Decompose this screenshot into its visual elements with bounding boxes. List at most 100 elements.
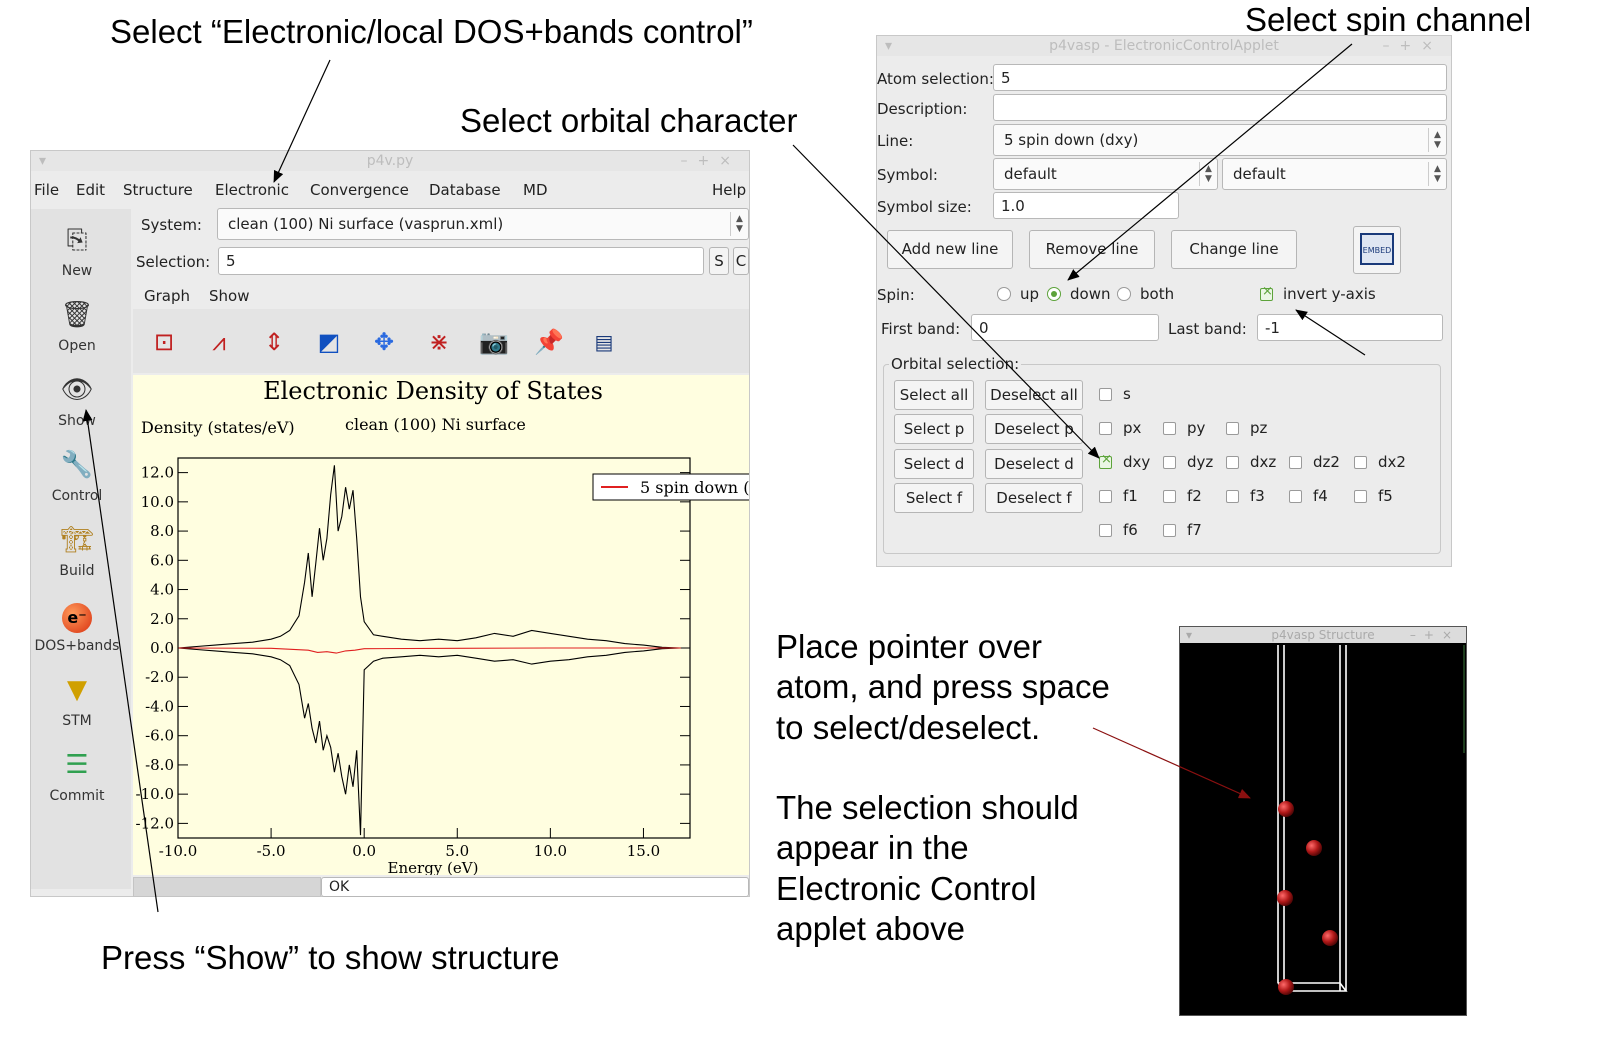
- orbital-dyz-checkbox[interactable]: [1163, 456, 1176, 469]
- invert-y-axis-checkbox[interactable]: [1260, 284, 1273, 301]
- main-window-titlebar[interactable]: ▾ p4v.py –+×: [31, 151, 749, 171]
- menu-file[interactable]: File: [34, 181, 59, 199]
- select-f-button[interactable]: Select f: [894, 483, 974, 513]
- sidebar-item-show[interactable]: 👁 Show: [31, 373, 123, 429]
- menu-help[interactable]: Help: [712, 181, 746, 199]
- last-band-input[interactable]: -1: [1257, 314, 1443, 341]
- camera-icon[interactable]: 📷: [476, 324, 512, 360]
- selection-input[interactable]: 5: [218, 247, 704, 275]
- move-icon[interactable]: ✥: [366, 324, 402, 360]
- structure-window: ▾ p4vasp Structure –+×: [1179, 626, 1467, 1016]
- orbital-dz2-checkbox[interactable]: [1289, 456, 1302, 469]
- external-icon[interactable]: ▤: [586, 324, 622, 360]
- symbol-select-2[interactable]: default ▲ ▼: [1222, 158, 1447, 190]
- select-p-button[interactable]: Select p: [894, 414, 974, 444]
- build-icon: 🏗: [60, 525, 94, 555]
- select-all-button[interactable]: Select all: [894, 380, 974, 410]
- orbital-f7-checkbox[interactable]: [1163, 524, 1176, 537]
- menu-edit[interactable]: Edit: [76, 181, 105, 199]
- spin-both-radio[interactable]: [1117, 287, 1131, 301]
- first-band-input[interactable]: 0: [971, 314, 1159, 341]
- menu-show[interactable]: Show: [209, 287, 249, 305]
- sidebar-item-dos-bands[interactable]: e⁻ DOS+bands: [31, 598, 123, 654]
- menu-convergence[interactable]: Convergence: [310, 181, 409, 199]
- atom[interactable]: [1278, 801, 1294, 817]
- symbol-size-input[interactable]: 1.0: [993, 192, 1179, 219]
- add-new-line-button[interactable]: Add new line: [887, 230, 1013, 269]
- menu-electronic[interactable]: Electronic: [215, 181, 289, 199]
- annotation-line: Place pointer over: [776, 628, 1042, 665]
- scale-icon[interactable]: ⇕: [256, 324, 292, 360]
- sidebar-item-stm[interactable]: ▼ STM: [31, 673, 123, 729]
- deselect-all-button[interactable]: Deselect all: [985, 380, 1083, 410]
- atom[interactable]: [1278, 979, 1294, 995]
- orbital-f2-checkbox[interactable]: [1163, 490, 1176, 503]
- orbital-f4-checkbox[interactable]: [1289, 490, 1302, 503]
- menu-database[interactable]: Database: [429, 181, 501, 199]
- orbital-f6-checkbox[interactable]: [1099, 524, 1112, 537]
- chart-xlabel: Energy (eV): [388, 859, 479, 875]
- menu-structure[interactable]: Structure: [123, 181, 193, 199]
- orbital-f3-checkbox[interactable]: [1226, 490, 1239, 503]
- orbital-f5-checkbox[interactable]: [1354, 490, 1367, 503]
- zoom-box-icon[interactable]: ⊡: [146, 324, 182, 360]
- window-controls[interactable]: –+×: [681, 151, 741, 171]
- orbital-dxy-checkbox[interactable]: [1099, 452, 1112, 469]
- structure-view[interactable]: [1180, 643, 1466, 1015]
- line-value: 5 spin down (dxy): [1004, 131, 1139, 149]
- symbol-select-1[interactable]: default ▲ ▼: [993, 158, 1218, 190]
- dos-chart: Electronic Density of States Density (st…: [136, 377, 749, 875]
- window-menu-icon[interactable]: ▾: [885, 36, 892, 56]
- selection-s-button[interactable]: S: [709, 247, 729, 275]
- sidebar-item-open[interactable]: 🗑 Open: [31, 298, 123, 354]
- orbital-px-checkbox[interactable]: [1099, 422, 1112, 435]
- window-controls[interactable]: –+×: [1410, 627, 1460, 643]
- line-select[interactable]: 5 spin down (dxy) ▲ ▼: [993, 124, 1447, 156]
- description-input[interactable]: [993, 94, 1447, 121]
- sidebar-item-new[interactable]: ⎘ New: [31, 223, 123, 279]
- line-label: Line:: [877, 132, 914, 150]
- orbital-py-checkbox[interactable]: [1163, 422, 1176, 435]
- sidebar-item-label: Commit: [49, 788, 105, 804]
- remove-line-button[interactable]: Remove line: [1029, 230, 1155, 269]
- orbital-label: pz: [1250, 419, 1268, 437]
- applet-titlebar[interactable]: ▾ p4vasp - ElectronicControlApplet –+×: [877, 36, 1451, 56]
- system-select[interactable]: clean (100) Ni surface (vasprun.xml) ▲ ▼: [217, 208, 749, 240]
- spinner-arrows-icon: ▲ ▼: [1428, 162, 1446, 186]
- change-line-button[interactable]: Change line: [1171, 230, 1297, 269]
- sidebar-item-commit[interactable]: ☰ Commit: [31, 748, 123, 804]
- deselect-p-button[interactable]: Deselect p: [985, 414, 1083, 444]
- atom[interactable]: [1277, 890, 1293, 906]
- atom[interactable]: [1306, 840, 1322, 856]
- spin-up-radio[interactable]: [997, 287, 1011, 301]
- orbital-pz-checkbox[interactable]: [1226, 422, 1239, 435]
- pointer-icon[interactable]: ◩: [311, 324, 347, 360]
- window-controls[interactable]: –+×: [1383, 36, 1443, 56]
- menu-md[interactable]: MD: [523, 181, 548, 199]
- select-d-button[interactable]: Select d: [894, 449, 974, 479]
- embed-label: EMBED: [1362, 246, 1392, 255]
- structure-titlebar[interactable]: ▾ p4vasp Structure –+×: [1180, 627, 1466, 643]
- orbital-dxz-checkbox[interactable]: [1226, 456, 1239, 469]
- selection-c-button[interactable]: C: [733, 247, 749, 275]
- spin-down-radio[interactable]: [1047, 287, 1061, 301]
- deselect-f-button[interactable]: Deselect f: [985, 483, 1083, 513]
- peaks-icon[interactable]: ⩘: [201, 324, 237, 360]
- embed-button[interactable]: EMBED: [1353, 226, 1401, 274]
- plot-area[interactable]: Electronic Density of States Density (st…: [133, 375, 749, 875]
- orbital-s-checkbox[interactable]: [1099, 388, 1112, 401]
- orbital-dx2-checkbox[interactable]: [1354, 456, 1367, 469]
- symbol-size-label: Symbol size:: [877, 198, 972, 216]
- window-menu-icon[interactable]: ▾: [1186, 627, 1192, 643]
- align-icon[interactable]: ⋇: [421, 324, 457, 360]
- orbital-f1-checkbox[interactable]: [1099, 490, 1112, 503]
- sidebar-item-control[interactable]: 🔧 Control: [31, 448, 123, 504]
- deselect-d-button[interactable]: Deselect d: [985, 449, 1083, 479]
- menu-graph[interactable]: Graph: [144, 287, 190, 305]
- window-menu-icon[interactable]: ▾: [39, 151, 46, 171]
- atom[interactable]: [1322, 930, 1338, 946]
- embed-icon: EMBED: [1360, 233, 1394, 265]
- pin-icon[interactable]: 📌: [531, 324, 567, 360]
- atom-selection-input[interactable]: 5: [993, 64, 1447, 91]
- sidebar-item-build[interactable]: 🏗 Build: [31, 523, 123, 579]
